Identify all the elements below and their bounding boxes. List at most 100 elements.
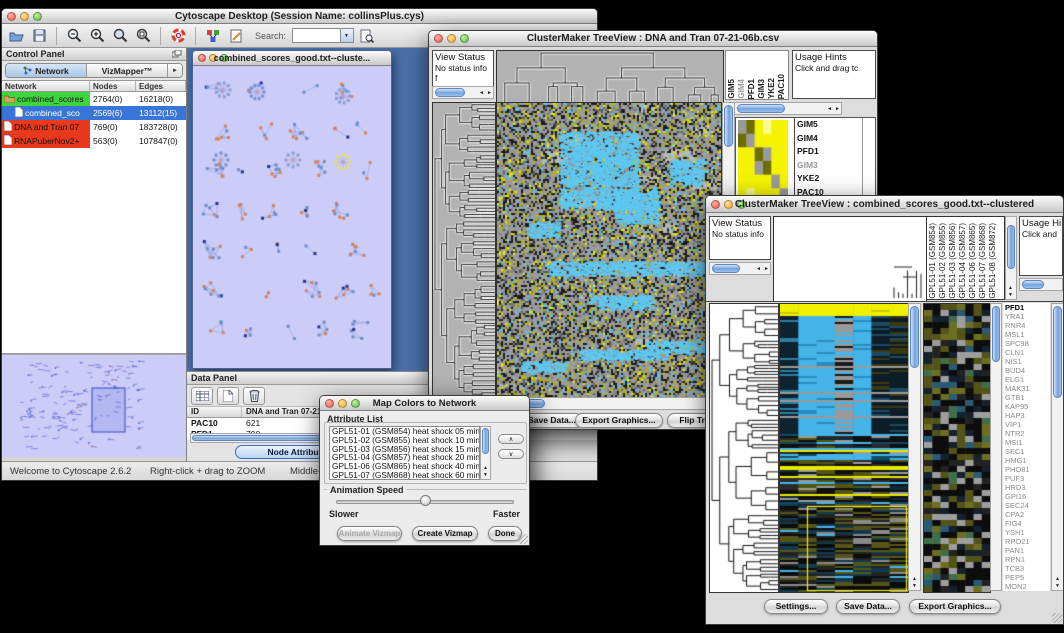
- gene-label[interactable]: PFD1: [795, 145, 846, 159]
- gene-label[interactable]: MSI1: [1003, 438, 1050, 447]
- network-frame-titlebar[interactable]: combined_scores_good.txt--cluste...: [193, 51, 391, 66]
- gene-label[interactable]: MSL1: [1003, 330, 1050, 339]
- scroll-right-icon[interactable]: [764, 266, 769, 272]
- gene-label[interactable]: TCB3: [1003, 564, 1050, 573]
- zoom-fit-button[interactable]: [133, 26, 153, 46]
- gene-label[interactable]: GIM5: [795, 118, 846, 132]
- gene-label[interactable]: GTB1: [1003, 393, 1050, 402]
- save-button[interactable]: [29, 26, 49, 46]
- scrollbar-thumb[interactable]: [435, 88, 465, 97]
- gene-label[interactable]: SEC1: [1003, 447, 1050, 456]
- scrollbar-thumb[interactable]: [1007, 225, 1015, 269]
- gene-label[interactable]: GPI16: [1003, 492, 1050, 501]
- gene-label[interactable]: MAK31: [1003, 384, 1050, 393]
- gene-label[interactable]: YKE2: [795, 172, 846, 186]
- zoom-vscrollbar[interactable]: [990, 303, 1002, 591]
- overview-canvas[interactable]: [2, 355, 185, 456]
- select-attributes-button[interactable]: [191, 387, 213, 405]
- scrollbar-thumb[interactable]: [910, 306, 919, 368]
- column-dendrogram-canvas[interactable]: [496, 50, 724, 104]
- row-dendrogram-canvas[interactable]: [432, 102, 496, 398]
- column-dendrogram-canvas[interactable]: [773, 216, 927, 302]
- column-header[interactable]: Edges: [136, 81, 186, 91]
- treeview2-titlebar[interactable]: ClusterMaker TreeView : combined_scores_…: [706, 196, 1063, 213]
- attribute-list-vscrollbar[interactable]: [480, 426, 491, 480]
- heatmap-global-canvas[interactable]: [496, 102, 722, 398]
- gene-label[interactable]: PAN1: [1003, 546, 1050, 555]
- scroll-up-icon[interactable]: [1055, 576, 1060, 582]
- gene-label[interactable]: BUD4: [1003, 366, 1050, 375]
- scroll-down-icon[interactable]: [1055, 583, 1060, 589]
- float-panel-icon[interactable]: [172, 50, 182, 58]
- tab-network[interactable]: Network: [6, 64, 87, 77]
- scrollbar-thumb[interactable]: [724, 105, 733, 147]
- network-row[interactable]: RNAPuberNov2+ 563(0) 107847(0): [2, 134, 186, 148]
- heatmap-zoom-canvas[interactable]: [738, 120, 788, 202]
- network-row[interactable]: combined_scores 2764(0) 16218(0): [2, 92, 186, 106]
- scrollbar-thumb[interactable]: [1053, 306, 1062, 398]
- gene-label[interactable]: VIP1: [1003, 420, 1050, 429]
- create-vizmap-button[interactable]: Create Vizmap: [412, 526, 478, 541]
- gene-label[interactable]: HMG1: [1003, 456, 1050, 465]
- scrollbar-thumb[interactable]: [992, 306, 1000, 362]
- column-header[interactable]: ID: [187, 407, 242, 417]
- birdseye-overview[interactable]: [2, 354, 186, 457]
- column-label[interactable]: GPL51-02 (GSM855): [938, 223, 948, 299]
- search-input[interactable]: [292, 28, 354, 43]
- gene-label[interactable]: PFD1: [1003, 303, 1050, 312]
- column-label[interactable]: GPL51-04 (GSM857): [958, 223, 968, 299]
- move-up-button[interactable]: ∧: [498, 434, 524, 444]
- usage-hscrollbar[interactable]: [1019, 278, 1063, 291]
- new-attribute-button[interactable]: [217, 387, 239, 405]
- scrollbar-thumb[interactable]: [737, 104, 785, 113]
- main-window-titlebar[interactable]: Cytoscape Desktop (Session Name: collins…: [2, 9, 597, 24]
- zoom-selected-button[interactable]: [110, 26, 130, 46]
- animate-vizmap-button[interactable]: Animate Vizmap: [337, 526, 402, 541]
- settings-button[interactable]: Settings...: [764, 599, 828, 614]
- resize-grip[interactable]: [1052, 613, 1062, 623]
- dialog-titlebar[interactable]: Map Colors to Network: [320, 396, 529, 411]
- delete-attribute-button[interactable]: [243, 387, 265, 405]
- gene-label[interactable]: YRA1: [1003, 312, 1050, 321]
- annotation-button[interactable]: [226, 26, 246, 46]
- column-labels-vscrollbar[interactable]: [1005, 216, 1017, 300]
- column-header[interactable]: Nodes: [90, 81, 136, 91]
- column-label[interactable]: YKE2: [767, 78, 777, 99]
- slider-thumb[interactable]: [420, 495, 431, 506]
- heatmap-zoom-canvas[interactable]: [923, 303, 991, 593]
- treeview1-titlebar[interactable]: ClusterMaker TreeView : DNA and Tran 07-…: [429, 31, 877, 47]
- gene-label[interactable]: HAP3: [1003, 411, 1050, 420]
- gene-label[interactable]: PEP5: [1003, 573, 1050, 582]
- move-down-button[interactable]: ∨: [498, 449, 524, 459]
- export-graphics-button[interactable]: Export Graphics...: [909, 599, 1001, 614]
- scroll-up-icon[interactable]: [483, 465, 488, 471]
- scroll-right-icon[interactable]: [835, 106, 840, 112]
- done-button[interactable]: Done: [488, 526, 522, 541]
- gene-label[interactable]: PUF3: [1003, 474, 1050, 483]
- column-label[interactable]: GPL51-03 (GSM856): [948, 223, 958, 299]
- scroll-right-icon[interactable]: [487, 90, 492, 96]
- gene-label[interactable]: FIG4: [1003, 519, 1050, 528]
- column-label[interactable]: GPL51-07 (GSM868): [978, 223, 988, 299]
- column-header[interactable]: Network: [2, 81, 90, 91]
- gene-label[interactable]: CLN1: [1003, 348, 1050, 357]
- heatmap-vscrollbar[interactable]: [908, 303, 921, 591]
- attribute-item[interactable]: GPL51-07 (GSM868) heat shock 60 min: [330, 471, 479, 480]
- network-row[interactable]: combined_sco 2569(6) 13112(15): [2, 106, 186, 120]
- scroll-down-icon[interactable]: [483, 472, 488, 478]
- view-status-hscrollbar[interactable]: [709, 262, 771, 275]
- chevron-down-icon[interactable]: [340, 29, 353, 42]
- gene-label[interactable]: MON2: [1003, 582, 1050, 591]
- scroll-down-icon[interactable]: [1008, 292, 1013, 298]
- scroll-down-icon[interactable]: [912, 583, 917, 589]
- zoomview-hscrollbar[interactable]: [734, 102, 842, 115]
- gene-label[interactable]: YSH1: [1003, 528, 1050, 537]
- scroll-left-icon[interactable]: [827, 106, 832, 112]
- scroll-left-icon[interactable]: [756, 266, 761, 272]
- gene-list-vscrollbar[interactable]: [1051, 303, 1064, 591]
- help-button[interactable]: [168, 26, 188, 46]
- network-canvas[interactable]: [193, 66, 391, 369]
- row-dendrogram-canvas[interactable]: [709, 303, 779, 593]
- column-label[interactable]: GPL51-08 (GSM872): [988, 223, 998, 299]
- scroll-up-icon[interactable]: [1008, 285, 1013, 291]
